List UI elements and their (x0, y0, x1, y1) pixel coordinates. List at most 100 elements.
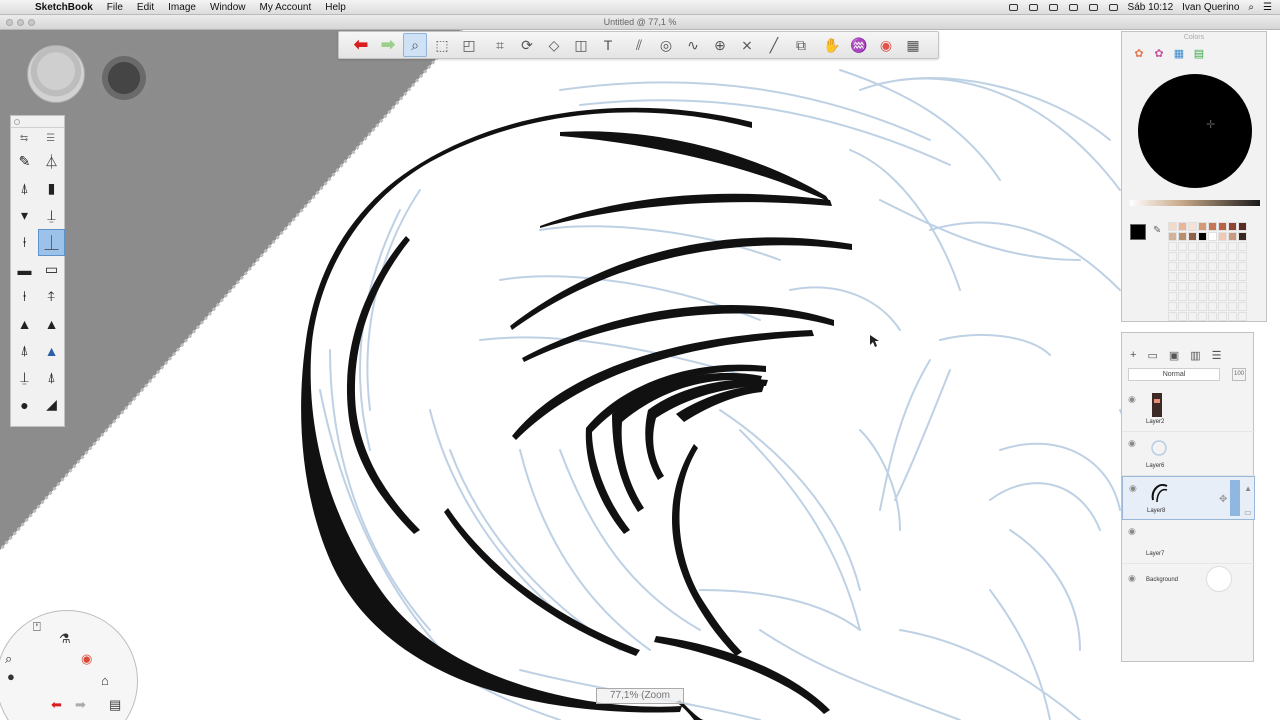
background-color-swatch[interactable] (1206, 566, 1232, 592)
brush-opacity-puck[interactable] (96, 50, 152, 106)
color-swatch[interactable] (1178, 252, 1187, 261)
text-tool-icon[interactable]: T (596, 33, 620, 57)
pencil-brush-icon[interactable]: ✎ (11, 148, 38, 175)
color-swatch[interactable] (1208, 282, 1217, 291)
color-swatch[interactable] (1178, 242, 1187, 251)
color-swatch[interactable] (1228, 232, 1237, 241)
color-swatch[interactable] (1218, 232, 1227, 241)
color-wheel[interactable]: ✛ (1138, 74, 1252, 188)
color-swatch[interactable] (1238, 282, 1247, 291)
color-swatch[interactable] (1208, 272, 1217, 281)
layer-arrows-icon[interactable]: ▲ ▭ (1244, 483, 1252, 519)
stamp-brush-icon[interactable]: ● (11, 391, 38, 418)
color-swatch[interactable] (1188, 302, 1197, 311)
color-swatch[interactable] (1198, 252, 1207, 261)
chisel-brush-icon[interactable]: ⏊ (38, 229, 65, 256)
lasso-select-tool-icon[interactable]: ◰ (457, 33, 481, 57)
visibility-icon[interactable]: ◉ (1129, 483, 1137, 494)
color-swatch[interactable] (1208, 242, 1217, 251)
zoom-tool-icon[interactable]: ⌕ (403, 33, 427, 57)
color-swatch[interactable] (1198, 242, 1207, 251)
layer-menu-icon[interactable]: ☰ (1212, 349, 1222, 362)
flood-brush-icon[interactable]: ▲ (38, 337, 65, 364)
color-swatch[interactable] (1238, 252, 1247, 261)
blur-brush-icon[interactable]: ⍏ (38, 283, 65, 310)
eyedropper-icon[interactable]: ✎ (1153, 225, 1161, 236)
color-swatch[interactable] (1168, 312, 1177, 321)
color-swatch[interactable] (1218, 272, 1227, 281)
layer-editor-icon[interactable]: ⍞ (33, 619, 41, 635)
color-swatch[interactable] (1178, 292, 1187, 301)
current-color-swatch[interactable] (1130, 224, 1146, 240)
color-swatch[interactable] (1178, 312, 1187, 321)
eraser-brush-icon[interactable]: ▭ (38, 256, 65, 283)
spotlight-icon[interactable]: ⌕ (1248, 2, 1254, 13)
rotate-tool-icon[interactable]: ⟳ (515, 33, 539, 57)
color-swatch[interactable] (1218, 252, 1227, 261)
color-swatch[interactable] (1168, 282, 1177, 291)
dodge-brush-icon[interactable]: ▲ (38, 310, 65, 337)
color-swatch[interactable] (1168, 302, 1177, 311)
zoom-icon[interactable]: ⌕ (5, 651, 12, 667)
color-swatch[interactable] (1178, 262, 1187, 271)
color-swatch[interactable] (1208, 302, 1217, 311)
add-image-icon[interactable]: ▣ (1169, 349, 1179, 362)
color-swatch[interactable] (1198, 272, 1207, 281)
ruler-tool-icon[interactable]: ⫽ (627, 33, 651, 57)
paint-brush-icon[interactable]: ⍊ (11, 364, 38, 391)
blend-mode-select[interactable]: Normal (1128, 368, 1220, 381)
crop-tool-icon[interactable]: ⌗ (488, 33, 512, 57)
color-swatch[interactable] (1228, 272, 1237, 281)
technical-pen-brush-icon[interactable]: ⏃ (38, 148, 65, 175)
hard-eraser-brush-icon[interactable]: ◢ (38, 391, 65, 418)
color-swatch[interactable] (1218, 292, 1227, 301)
color-swatch[interactable] (1198, 262, 1207, 271)
add-group-icon[interactable]: ▭ (1147, 349, 1157, 362)
color-swatch[interactable] (1208, 232, 1217, 241)
ballpoint-brush-icon[interactable]: ▾ (11, 202, 38, 229)
visibility-icon[interactable]: ◉ (1128, 573, 1136, 584)
smear-brush-icon[interactable]: ⍿ (11, 283, 38, 310)
menu-image[interactable]: Image (161, 2, 203, 13)
color-swatch[interactable] (1208, 312, 1217, 321)
app-menu[interactable]: SketchBook (28, 2, 100, 13)
color-swatch[interactable] (1228, 302, 1237, 311)
color-swatch[interactable] (1228, 252, 1237, 261)
shape-tool-icon[interactable]: ◫ (569, 33, 593, 57)
color-swatch[interactable] (1208, 292, 1217, 301)
dropbox-icon[interactable] (1028, 3, 1039, 12)
color-swatch[interactable] (1198, 232, 1207, 241)
color-swatch[interactable] (1178, 222, 1187, 231)
color-swatch[interactable] (1168, 222, 1177, 231)
color-swatch[interactable] (1228, 312, 1237, 321)
color-swatch[interactable] (1188, 232, 1197, 241)
color-swatch[interactable] (1198, 222, 1207, 231)
color-swatch[interactable] (1168, 232, 1177, 241)
burn-brush-icon[interactable]: ⍋ (11, 337, 38, 364)
sync-icon[interactable] (1048, 3, 1059, 12)
opacity-field[interactable]: 100 (1232, 368, 1246, 381)
clear-icon[interactable]: ▤ (109, 697, 121, 713)
color-swatch[interactable] (1208, 222, 1217, 231)
symmetry-tool-icon[interactable]: ⨯ (735, 33, 759, 57)
brightness-slider[interactable] (1130, 200, 1260, 206)
color-swatch[interactable] (1228, 262, 1237, 271)
redo-icon[interactable]: ➡ (376, 33, 400, 57)
brush-properties-icon[interactable]: ⚗ (59, 631, 71, 647)
layer-editor-icon[interactable]: ▦ (901, 33, 925, 57)
color-swatch[interactable] (1238, 292, 1247, 301)
color-swatch[interactable] (1228, 292, 1237, 301)
camera-icon[interactable] (1008, 3, 1019, 12)
background-layer-row[interactable]: ◉ Background (1122, 564, 1255, 596)
color-swatch[interactable] (1238, 222, 1247, 231)
menu-help[interactable]: Help (318, 2, 353, 13)
color-swatch[interactable] (1238, 242, 1247, 251)
clock[interactable]: Sáb 10:12 (1128, 2, 1174, 13)
color-sliders-mode-icon[interactable]: ▦ (1172, 46, 1186, 60)
color-picker-mode-icon[interactable]: ✿ (1152, 46, 1166, 60)
list-icon[interactable]: ☰ (46, 133, 55, 144)
color-swatch[interactable] (1208, 252, 1217, 261)
french-curve-tool-icon[interactable]: ∿ (681, 33, 705, 57)
wifi-icon[interactable] (1088, 3, 1099, 12)
marker-brush-icon[interactable]: ▮ (38, 175, 65, 202)
